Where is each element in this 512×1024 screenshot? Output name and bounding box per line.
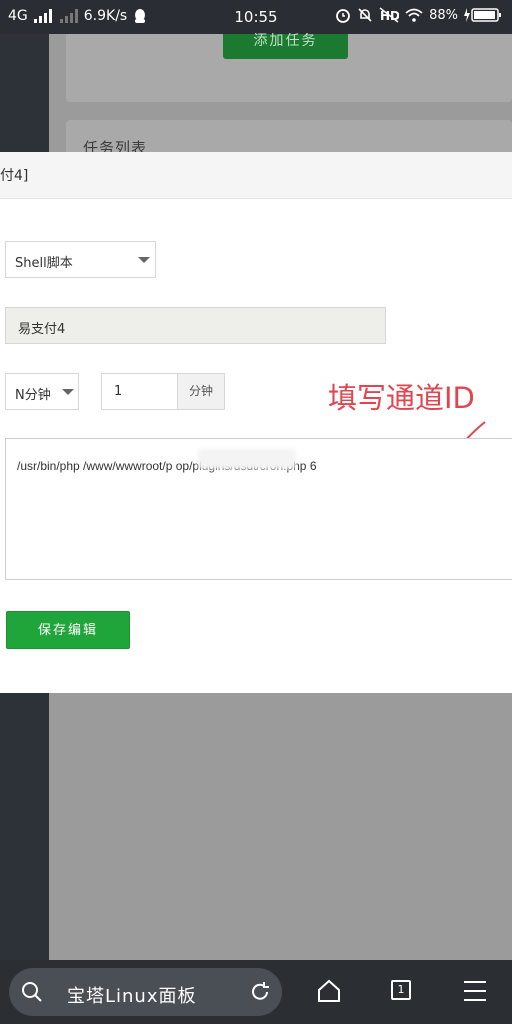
- hd-off-icon: HD: [379, 7, 399, 23]
- battery-percent: 88%: [429, 7, 458, 23]
- home-icon[interactable]: [316, 978, 342, 1004]
- task-type-value: Shell脚本: [15, 256, 73, 271]
- annotation-text: 填写通道ID: [328, 381, 475, 415]
- wifi-icon: [405, 8, 423, 22]
- refresh-icon[interactable]: [249, 981, 271, 1003]
- mute-bell-icon: [358, 8, 372, 22]
- chevron-down-icon: [62, 389, 74, 395]
- page-title: 宝塔Linux面板: [67, 986, 197, 1007]
- interval-value: 1: [114, 384, 123, 399]
- add-task-button[interactable]: 添加任务: [223, 34, 348, 59]
- alarm-icon: [336, 9, 350, 23]
- search-icon: [22, 982, 42, 1002]
- task-type-select[interactable]: Shell脚本: [5, 241, 156, 278]
- task-name-field[interactable]: 易支付4: [5, 307, 386, 344]
- modal-title: 付4]: [0, 168, 29, 184]
- redaction-blur: [198, 449, 296, 469]
- battery-icon: [464, 8, 501, 22]
- interval-input[interactable]: 1: [101, 373, 178, 410]
- chevron-down-icon: [138, 257, 150, 263]
- period-value: N分钟: [15, 388, 51, 403]
- interval-unit: 分钟: [177, 373, 225, 410]
- menu-icon[interactable]: [463, 980, 487, 1002]
- status-bar: 4G 6.9K/s 10:55 HD 88%: [0, 0, 512, 34]
- tabs-button[interactable]: 1: [391, 980, 411, 1000]
- browser-bottom-bar: 宝塔Linux面板 1: [0, 960, 512, 1024]
- period-select[interactable]: N分钟: [5, 373, 79, 410]
- edit-task-modal: 付4] Shell脚本 易支付4 N分钟 1 分钟 填写通道ID /usr/bi…: [0, 152, 512, 693]
- address-bar[interactable]: 宝塔Linux面板: [9, 968, 282, 1016]
- task-name-value: 易支付4: [18, 322, 66, 337]
- modal-header: 付4]: [0, 152, 512, 199]
- save-edit-button[interactable]: 保存编辑: [6, 611, 130, 649]
